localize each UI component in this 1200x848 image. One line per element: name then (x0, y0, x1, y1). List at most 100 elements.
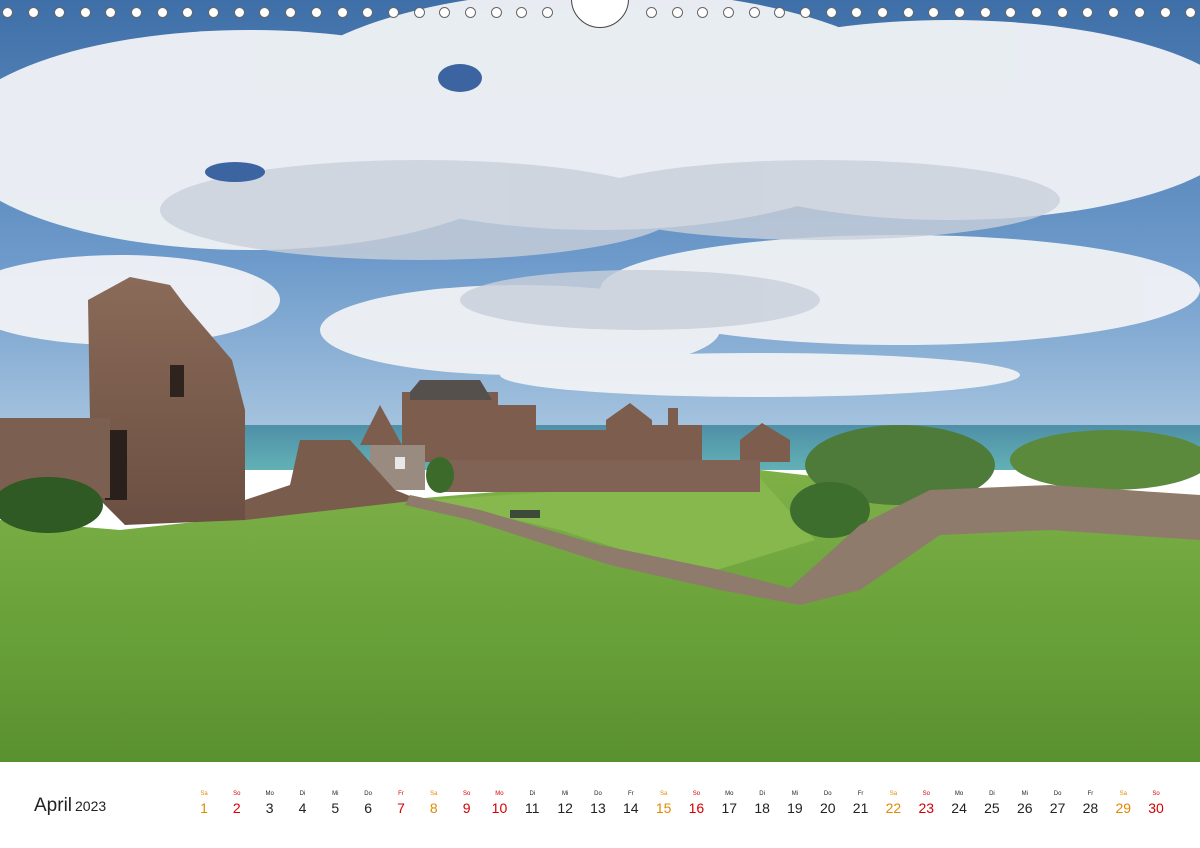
binding-hole (388, 7, 399, 18)
calendar-day: Sa 15 (649, 790, 679, 817)
weekday-abbrev: Mi (1021, 791, 1028, 797)
month-label: April 2023 (34, 795, 106, 817)
weekday-abbrev: Fr (857, 791, 864, 797)
weekday-abbrev: Di (989, 791, 995, 797)
calendar-day: Sa 1 (189, 790, 219, 817)
binding-hole (516, 7, 527, 18)
binding-hole (723, 7, 734, 18)
calendar-day: Mo 17 (714, 790, 744, 817)
binding-hole (2, 7, 13, 18)
binding-hole (439, 7, 450, 18)
calendar-day: So 9 (452, 790, 482, 817)
calendar-day: Do 27 (1043, 790, 1073, 817)
calendar-day: So 2 (222, 790, 252, 817)
day-number: 17 (721, 800, 738, 816)
weekday-abbrev: Do (1053, 791, 1062, 797)
binding-hole (1134, 7, 1145, 18)
month-name: April (34, 795, 73, 816)
day-number: 3 (265, 800, 274, 816)
binding-hole (28, 7, 39, 18)
day-number: 9 (462, 800, 471, 816)
binding-hole (542, 7, 553, 18)
binding-hole (1160, 7, 1171, 18)
calendar-day: Do 13 (583, 790, 613, 817)
calendar-day: So 23 (911, 790, 941, 817)
day-number: 8 (429, 800, 438, 816)
weekday-abbrev: So (462, 791, 471, 797)
binding-hole (131, 7, 142, 18)
calendar-day: So 16 (681, 790, 711, 817)
weekday-abbrev: Di (759, 791, 765, 797)
weekday-abbrev: Mo (495, 791, 504, 797)
binding-hole (1057, 7, 1068, 18)
weekday-abbrev: Mo (954, 791, 964, 797)
weekday-abbrev: Sa (1119, 791, 1127, 797)
binding-hole (749, 7, 760, 18)
weekday-abbrev: So (233, 791, 241, 797)
day-number: 2 (232, 800, 241, 816)
binding-hole (826, 7, 837, 18)
day-number: 29 (1115, 800, 1132, 816)
weekday-abbrev: Fr (627, 791, 634, 797)
binding-hole (54, 7, 65, 18)
binding-hole (1108, 7, 1119, 18)
day-number: 20 (819, 800, 836, 816)
binding-hole (105, 7, 116, 18)
day-number: 25 (984, 800, 1000, 816)
weekday-abbrev: So (922, 791, 930, 797)
day-number: 19 (787, 800, 803, 816)
calendar-day: Sa 8 (419, 790, 449, 817)
calendar-day: Mi 19 (780, 790, 810, 817)
binding-hole (208, 7, 219, 18)
day-number: 1 (200, 800, 208, 816)
weekday-abbrev: Sa (200, 791, 208, 797)
day-number: 14 (622, 800, 639, 816)
day-number: 26 (1016, 800, 1033, 816)
calendar-day: Mo 24 (944, 790, 974, 817)
binding-hole (80, 7, 91, 18)
weekday-abbrev: Do (823, 791, 832, 797)
binding-hole (182, 7, 193, 18)
weekday-abbrev: Fr (1087, 791, 1094, 797)
calendar-day: Fr 21 (846, 790, 876, 817)
calendar-day: Do 20 (813, 790, 843, 817)
binding-hole (1031, 7, 1042, 18)
day-number: 4 (298, 800, 307, 816)
day-number: 24 (951, 800, 967, 816)
binding-hole (877, 7, 888, 18)
binding-hole (491, 7, 502, 18)
binding-hole (1082, 7, 1093, 18)
calendar-day: Mi 12 (550, 790, 580, 817)
calendar-day: Mo 3 (255, 790, 285, 817)
weekday-abbrev: So (692, 791, 701, 797)
binding-hole (1185, 7, 1196, 18)
year-label: 2023 (75, 798, 107, 814)
calendar-day: So 30 (1141, 790, 1171, 817)
day-number: 21 (852, 800, 869, 816)
calendar-day: Do 6 (353, 790, 383, 817)
calendar-day: Sa 22 (878, 790, 908, 817)
binding-hole (465, 7, 476, 18)
day-number: 5 (331, 800, 340, 816)
day-number: 16 (688, 800, 705, 816)
weekday-abbrev: Di (529, 791, 536, 797)
wire-binding (0, 0, 1200, 30)
day-number: 18 (754, 800, 770, 816)
binding-hole (285, 7, 296, 18)
binding-hole (337, 7, 348, 18)
binding-hole (800, 7, 811, 18)
day-number: 28 (1082, 800, 1099, 816)
day-number: 15 (655, 800, 672, 816)
day-number: 7 (397, 800, 405, 816)
day-number: 30 (1148, 800, 1164, 816)
binding-hole (311, 7, 322, 18)
weekday-abbrev: Fr (398, 791, 404, 797)
binding-hole (954, 7, 965, 18)
binding-hole (903, 7, 914, 18)
weekday-abbrev: Sa (659, 791, 668, 797)
weekday-abbrev: Di (299, 791, 306, 797)
weekday-abbrev: Mi (791, 791, 799, 797)
binding-hole (774, 7, 785, 18)
calendar-day: Di 18 (747, 790, 777, 817)
binding-hole (851, 7, 862, 18)
